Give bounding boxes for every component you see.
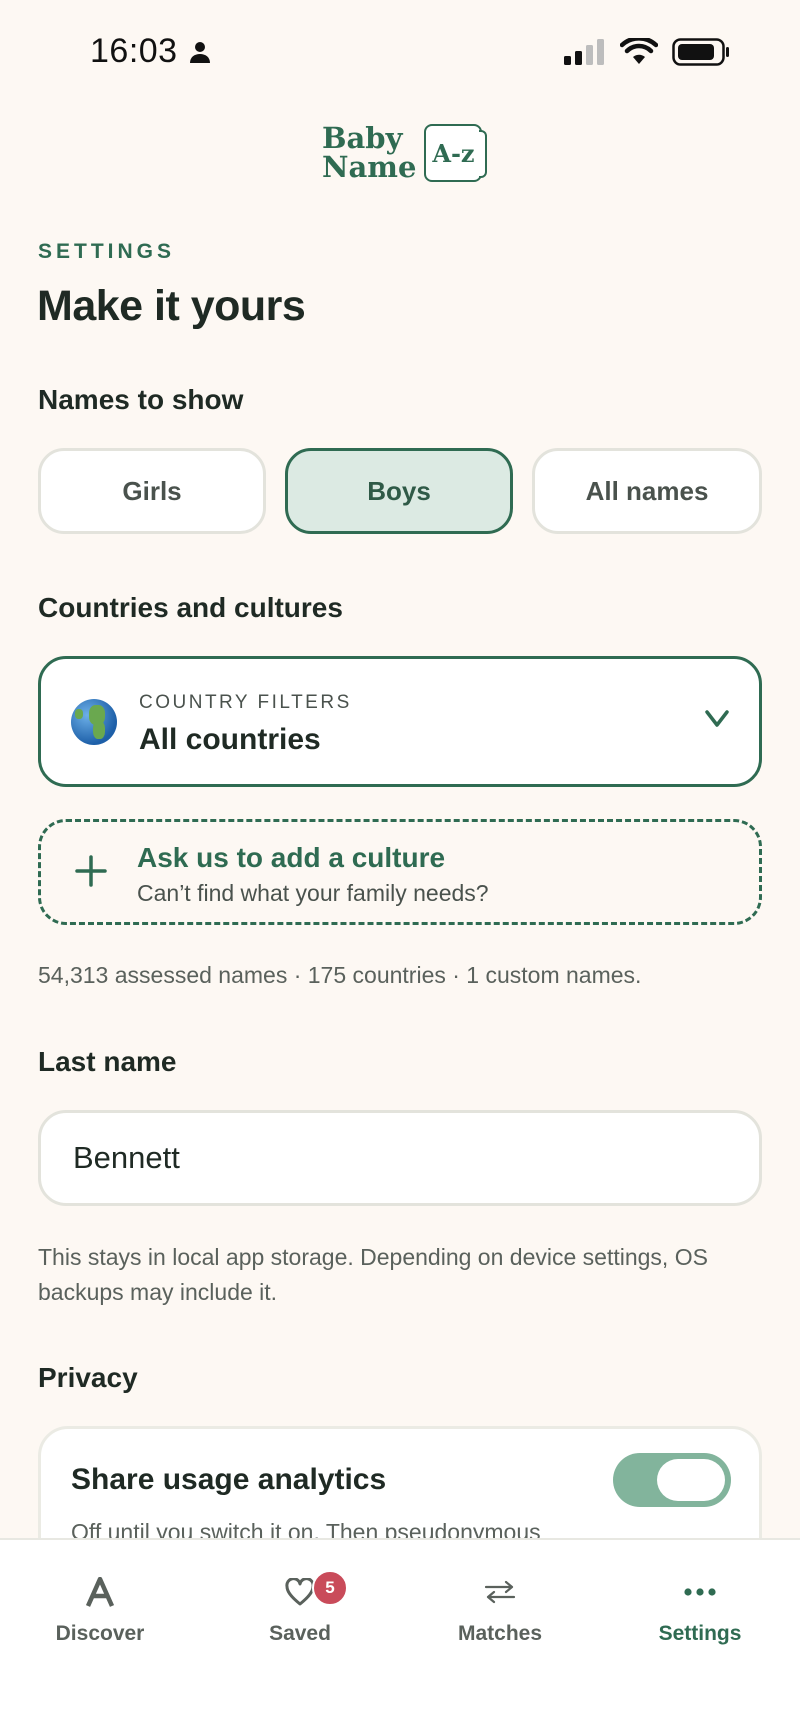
chevron-down-icon — [705, 710, 729, 727]
more-dots-icon — [600, 1570, 800, 1614]
battery-icon — [672, 38, 729, 66]
analytics-toggle[interactable] — [613, 1453, 731, 1507]
names-stats: 54,313 assessed names · 175 countries · … — [38, 962, 642, 988]
letter-a-icon — [0, 1570, 200, 1614]
country-filter-dropdown[interactable]: COUNTRY FILTERS All countries — [38, 656, 762, 787]
last-name-title: Last name — [38, 1046, 177, 1077]
country-filter-value: All countries — [139, 723, 321, 756]
app-logo: Baby Name A-z — [322, 121, 488, 184]
plus-icon — [75, 855, 107, 887]
analytics-title: Share usage analytics — [71, 1463, 387, 1496]
last-name-hint: This stays in local app storage. Dependi… — [38, 1244, 708, 1305]
saved-count-badge: 5 — [312, 1570, 348, 1606]
nav-saved[interactable]: 5 Saved — [200, 1570, 400, 1646]
toggle-knob — [657, 1459, 725, 1501]
segment-girls[interactable]: Girls — [38, 448, 266, 534]
nav-settings[interactable]: Settings — [600, 1570, 800, 1646]
last-name-input[interactable]: Bennett — [38, 1110, 762, 1206]
globe-icon — [71, 699, 117, 745]
section-eyebrow: SETTINGS — [38, 240, 176, 263]
segment-boys[interactable]: Boys — [285, 448, 513, 534]
person-icon — [189, 41, 210, 63]
bottom-nav: Discover 5 Saved Matches Settings — [0, 1538, 800, 1736]
logo-book-icon: A-z — [424, 124, 488, 182]
status-bar-time: 16:03 — [90, 32, 212, 71]
add-culture-subtitle: Can’t find what your family needs? — [137, 880, 489, 906]
segment-all-names[interactable]: All names — [532, 448, 762, 534]
nav-discover[interactable]: Discover — [0, 1570, 200, 1646]
heart-icon — [200, 1570, 400, 1614]
page-title: Make it yours — [37, 282, 306, 330]
add-culture-title: Ask us to add a culture — [137, 842, 446, 873]
country-filter-label: COUNTRY FILTERS — [139, 692, 352, 713]
nav-matches[interactable]: Matches — [400, 1570, 600, 1646]
logo-wordmark: Baby Name — [322, 121, 417, 184]
countries-title: Countries and cultures — [38, 592, 343, 623]
wifi-icon — [620, 38, 658, 64]
status-bar-indicators — [564, 38, 730, 66]
add-culture-button[interactable]: Ask us to add a culture Can’t find what … — [38, 819, 762, 925]
cellular-signal-icon — [564, 39, 604, 65]
privacy-title: Privacy — [38, 1362, 138, 1393]
clock: 16:03 — [90, 32, 178, 70]
swap-arrows-icon — [400, 1570, 600, 1614]
names-to-show-title: Names to show — [38, 384, 244, 415]
